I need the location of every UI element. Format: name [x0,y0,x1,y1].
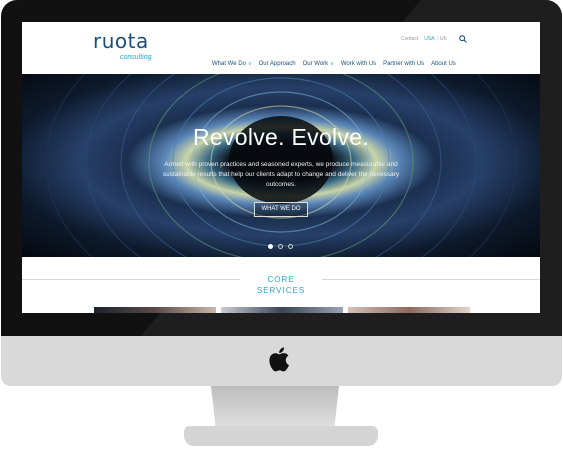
nav-item-our-approach[interactable]: Our Approach [259,61,296,67]
monitor-stand-base [184,426,378,446]
site-logo[interactable]: ruota consulting [93,29,152,61]
service-thumbnail[interactable] [221,307,343,313]
hero-slider: Revolve. Evolve. Armed with proven pract… [22,74,540,257]
region-usa-link[interactable]: USA [424,36,434,42]
nav-label: What We Do [212,61,246,67]
nav-item-our-work[interactable]: Our Work ∨ [303,61,334,67]
chevron-down-icon: ∨ [330,61,334,67]
service-thumbnail[interactable] [348,307,470,313]
imac-mockup: ruota consulting Contact USA | UK What W… [0,0,563,449]
nav-label: Our Work [302,61,329,67]
nav-item-what-we-do[interactable]: What We Do ∨ [212,61,252,67]
slide-dot-2[interactable] [278,244,283,249]
search-icon[interactable] [459,35,467,43]
hero-title: Revolve. Evolve. [192,124,370,150]
contact-link[interactable]: Contact [401,36,418,42]
service-thumbnails [94,307,470,313]
section-title-line2: SERVICES [256,286,306,295]
slide-dot-3[interactable] [288,244,293,249]
chevron-down-icon: ∨ [247,61,252,67]
what-we-do-button[interactable]: WHAT WE DO [254,202,308,217]
section-title-line1: CORE [267,275,295,284]
utility-nav: Contact USA | UK [401,36,447,42]
website-screen: ruota consulting Contact USA | UK What W… [22,22,540,313]
hero-description: Armed with proven practices and seasoned… [162,161,400,188]
region-separator: | [436,36,438,42]
main-nav: What We Do ∨ Our Approach Our Work ∨ Work … [212,61,456,67]
region-uk-link[interactable]: UK [440,36,447,42]
nav-item-work-with-us[interactable]: Work with Us [341,61,376,67]
monitor-chin [1,336,562,386]
slider-pagination [268,244,293,249]
nav-item-partner-with-us[interactable]: Partner with Us [383,61,424,67]
logo-wordmark: ruota [93,29,149,53]
core-services-section: CORE SERVICES [22,257,540,313]
section-title: CORE SERVICES [22,274,540,296]
nav-item-about-us[interactable]: About Us [431,61,456,67]
site-header: ruota consulting Contact USA | UK What W… [22,22,540,74]
slide-dot-1[interactable] [268,244,273,249]
service-thumbnail[interactable] [94,307,216,313]
apple-logo-icon [269,347,289,372]
logo-subtitle: consulting [120,54,152,61]
